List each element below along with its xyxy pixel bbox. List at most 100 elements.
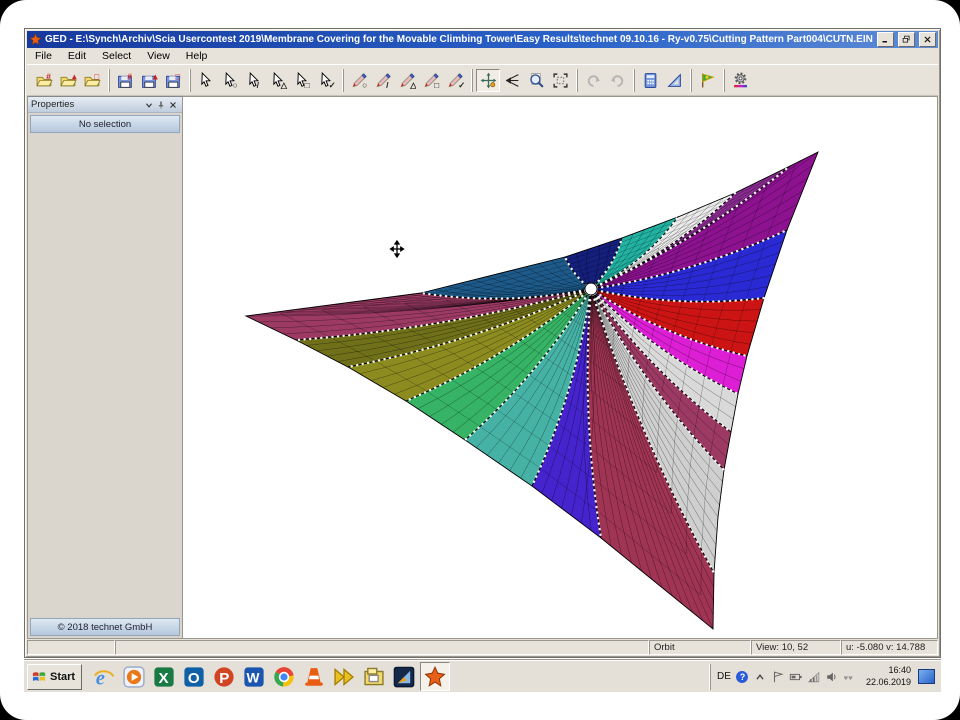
open-triangle-button[interactable]: ▲ bbox=[56, 69, 80, 92]
folder-icon: ▲ bbox=[60, 72, 77, 89]
language-indicator[interactable]: DE bbox=[717, 671, 731, 682]
pen-icon: ○ bbox=[351, 72, 368, 89]
gear-icon bbox=[732, 72, 749, 89]
open-square-button[interactable]: □ bbox=[80, 69, 104, 92]
zoom-window-button[interactable] bbox=[524, 69, 548, 92]
app-icon[interactable] bbox=[29, 33, 42, 46]
menu-edit[interactable]: Edit bbox=[60, 49, 94, 63]
svg-text:○: ○ bbox=[362, 79, 367, 88]
flag-tray-icon[interactable] bbox=[771, 669, 786, 684]
cursor-icon bbox=[198, 72, 215, 89]
select-point-button[interactable]: ○ bbox=[218, 69, 242, 92]
outlook-icon[interactable]: O bbox=[180, 663, 208, 690]
hearts-icon[interactable]: ♥♥ bbox=[843, 669, 858, 684]
pin-icon[interactable] bbox=[155, 99, 167, 111]
speaker-icon[interactable] bbox=[825, 669, 840, 684]
save-hash-button[interactable]: # bbox=[113, 69, 137, 92]
pen-icon: / bbox=[375, 72, 392, 89]
help-icon[interactable]: ? bbox=[735, 669, 750, 684]
start-label: Start bbox=[50, 671, 75, 683]
stamp-right-icon bbox=[609, 72, 626, 89]
pan-orbit-button[interactable] bbox=[476, 69, 500, 92]
draw-square-button[interactable]: □ bbox=[419, 69, 443, 92]
arrows-tool-icon[interactable] bbox=[330, 663, 358, 690]
menu-view[interactable]: View bbox=[139, 49, 178, 63]
start-button[interactable]: Start bbox=[27, 664, 82, 690]
draw-point-button[interactable]: ○ bbox=[347, 69, 371, 92]
undo-button[interactable] bbox=[581, 69, 605, 92]
status-segment-message bbox=[115, 640, 649, 655]
close-icon[interactable] bbox=[167, 99, 179, 111]
menu-select[interactable]: Select bbox=[94, 49, 139, 63]
status-segment-empty bbox=[27, 640, 115, 655]
svg-text:□: □ bbox=[175, 72, 180, 81]
flag-button[interactable] bbox=[695, 69, 719, 92]
internet-explorer-icon[interactable]: e bbox=[90, 663, 118, 690]
toolbar-group bbox=[577, 69, 632, 92]
select-check-button[interactable]: ✓ bbox=[314, 69, 338, 92]
calculator-icon bbox=[642, 72, 659, 89]
viewer-tool-icon[interactable] bbox=[390, 663, 418, 690]
screenshot-frame: GED - E:\Synch\Archiv\Scia Usercontest 2… bbox=[0, 0, 960, 720]
restore-button[interactable] bbox=[898, 32, 915, 47]
close-button[interactable] bbox=[919, 32, 936, 47]
select-button[interactable] bbox=[194, 69, 218, 92]
tray-time: 16:40 bbox=[866, 665, 911, 676]
word-icon[interactable]: W bbox=[240, 663, 268, 690]
svg-text:△: △ bbox=[279, 79, 286, 88]
open-hash-button[interactable]: # bbox=[32, 69, 56, 92]
zoom-collapse-button[interactable] bbox=[500, 69, 524, 92]
excel-icon[interactable]: X bbox=[150, 663, 178, 690]
svg-text:X: X bbox=[159, 670, 169, 687]
ged-app-icon[interactable] bbox=[420, 662, 450, 691]
chevron-down-icon[interactable] bbox=[143, 99, 155, 111]
settings-button[interactable] bbox=[728, 69, 752, 92]
file-manager-icon[interactable] bbox=[360, 663, 388, 690]
zoom-fit-button[interactable] bbox=[548, 69, 572, 92]
vlc-icon[interactable] bbox=[300, 663, 328, 690]
status-view: View: 10, 52 bbox=[751, 640, 841, 655]
toolbar-group: # ▲□ bbox=[29, 69, 107, 92]
menu-file[interactable]: File bbox=[27, 49, 60, 63]
floppy-icon: ▲ bbox=[141, 72, 158, 89]
draw-check-button[interactable]: ✓ bbox=[443, 69, 467, 92]
chevron-up-icon[interactable] bbox=[753, 669, 768, 684]
select-square-button[interactable]: □ bbox=[290, 69, 314, 92]
folder-icon: # bbox=[36, 72, 53, 89]
magnifier-icon bbox=[528, 72, 545, 89]
calculator-button[interactable] bbox=[638, 69, 662, 92]
select-edge-button[interactable]: / bbox=[242, 69, 266, 92]
svg-text:▲: ▲ bbox=[151, 72, 158, 81]
minimize-button[interactable] bbox=[877, 32, 894, 47]
menu-help[interactable]: Help bbox=[178, 49, 216, 63]
toolbar-group bbox=[691, 69, 722, 92]
toolbar-group: ○ / △ □ ✓ bbox=[343, 69, 470, 92]
powerpoint-icon[interactable]: P bbox=[210, 663, 238, 690]
stamp-left-icon bbox=[585, 72, 602, 89]
properties-panel-title: Properties bbox=[31, 99, 143, 110]
chrome-icon[interactable] bbox=[270, 663, 298, 690]
save-square-button[interactable]: □ bbox=[161, 69, 185, 92]
svg-text:♥♥: ♥♥ bbox=[844, 673, 854, 682]
signal-icon[interactable] bbox=[807, 669, 822, 684]
svg-text:?: ? bbox=[740, 672, 745, 682]
show-desktop-icon[interactable] bbox=[918, 669, 935, 684]
draw-triangle-button[interactable]: △ bbox=[395, 69, 419, 92]
menu-bar: FileEditSelectViewHelp bbox=[27, 48, 938, 64]
svg-text:□: □ bbox=[434, 79, 439, 88]
select-triangle-button[interactable]: △ bbox=[266, 69, 290, 92]
app-window: GED - E:\Synch\Archiv\Scia Usercontest 2… bbox=[24, 28, 941, 658]
tray-clock[interactable]: 16:40 22.06.2019 bbox=[866, 665, 911, 688]
svg-text:□: □ bbox=[304, 79, 309, 88]
pen-icon: △ bbox=[399, 72, 416, 89]
measure-button[interactable] bbox=[662, 69, 686, 92]
redo-button[interactable] bbox=[605, 69, 629, 92]
media-player-icon[interactable] bbox=[120, 663, 148, 690]
toolbar: #▲□#▲□○/△□✓○/△□✓ bbox=[27, 64, 938, 96]
battery-icon[interactable] bbox=[789, 669, 804, 684]
draw-edge-button[interactable]: / bbox=[371, 69, 395, 92]
model-viewport[interactable] bbox=[183, 96, 938, 639]
fit-icon bbox=[552, 72, 569, 89]
svg-text:#: # bbox=[127, 72, 132, 81]
save-triangle-button[interactable]: ▲ bbox=[137, 69, 161, 92]
